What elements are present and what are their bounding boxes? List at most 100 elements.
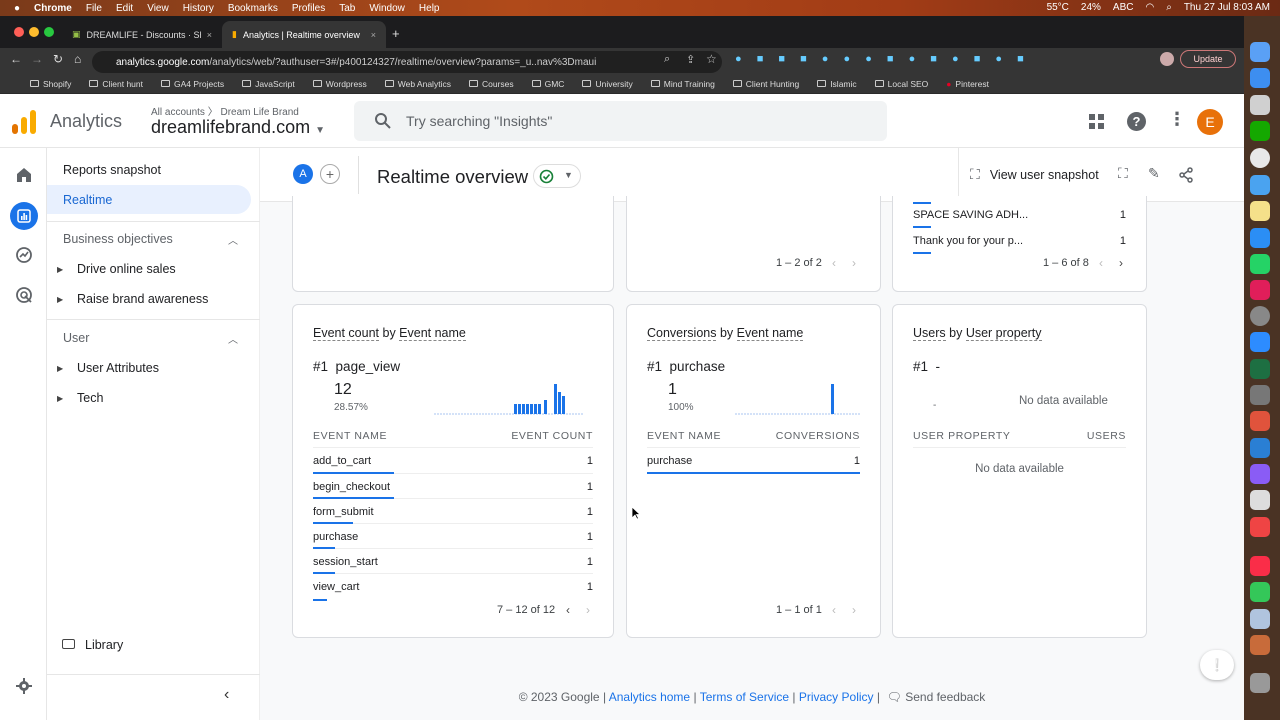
anydesk-icon[interactable] [1250, 517, 1270, 537]
temperature-status[interactable]: 55°C [1047, 2, 1069, 13]
add-comparison-icon[interactable]: + [320, 164, 340, 184]
bookmark-wordpress[interactable]: Wordpress [312, 79, 367, 89]
mail-icon[interactable] [1250, 175, 1270, 195]
view-user-snapshot-button[interactable]: ⛶ View user snapshot [970, 166, 1099, 183]
admin-gear-icon[interactable] [15, 677, 33, 695]
expand-arrow-icon[interactable]: ▶ [57, 295, 63, 304]
home-icon[interactable]: ⌂ [74, 52, 81, 66]
share-icon[interactable] [1178, 167, 1194, 183]
bookmark-gmc[interactable]: GMC [531, 79, 564, 89]
table-row[interactable]: session_start [313, 556, 378, 568]
slack-icon[interactable] [1250, 280, 1270, 300]
next-page-icon[interactable]: › [586, 603, 590, 617]
bookmark-pinterest[interactable]: ● Pinterest [946, 79, 989, 89]
forward-icon[interactable]: → [31, 52, 43, 66]
preview-icon[interactable] [1250, 609, 1270, 629]
collapse-caret-icon[interactable]: ︿ [228, 232, 238, 247]
help-icon[interactable]: ? [1127, 112, 1146, 131]
event-sparkline-chart[interactable] [434, 380, 584, 416]
card-title[interactable]: Users by User property [913, 326, 1042, 341]
bookmark-ga4-projects[interactable]: GA4 Projects [161, 79, 224, 89]
menu-bookmarks[interactable]: Bookmarks [228, 3, 278, 14]
bookmark-javascript[interactable]: JavaScript [242, 79, 295, 89]
close-tab-icon[interactable]: × [207, 30, 212, 40]
menu-help[interactable]: Help [419, 3, 440, 14]
excel-icon[interactable] [1250, 359, 1270, 379]
table-row[interactable]: purchase [313, 531, 358, 543]
customize-report-icon[interactable]: ✎ [1148, 165, 1160, 182]
card-title[interactable]: Event count by Event name [313, 326, 466, 341]
messenger-icon[interactable] [1250, 464, 1270, 484]
minimize-window-button[interactable] [29, 27, 39, 37]
table-row-label[interactable]: Thank you for your p... [913, 235, 1023, 247]
next-page-icon[interactable]: › [852, 256, 856, 270]
apple-icon[interactable]: ● [14, 3, 20, 14]
prev-page-icon[interactable]: ‹ [832, 256, 836, 270]
calculator-icon[interactable] [1250, 385, 1270, 405]
input-source[interactable]: ABC [1113, 2, 1134, 13]
column-header-event-name[interactable]: EVENT NAME [647, 430, 721, 442]
tab-shopify[interactable]: ▣ DREAMLIFE - Discounts · Shop × [62, 21, 222, 48]
menu-tab[interactable]: Tab [339, 3, 355, 14]
battery-status[interactable]: 24% [1081, 2, 1101, 13]
grid-app-icon[interactable] [1250, 411, 1270, 431]
menu-profiles[interactable]: Profiles [292, 3, 325, 14]
zoom-icon[interactable]: ⌕ [664, 53, 670, 66]
bookmark-star-icon[interactable]: ☆ [706, 52, 717, 66]
bookmark-web-analytics[interactable]: Web Analytics [384, 79, 451, 89]
column-header-conversions[interactable]: CONVERSIONS [760, 430, 860, 442]
bookmark-courses[interactable]: Courses [468, 79, 514, 89]
table-row[interactable]: begin_checkout [313, 481, 390, 493]
column-header-event-name[interactable]: EVENT NAME [313, 430, 387, 442]
profile-avatar[interactable] [1160, 52, 1174, 66]
finder-icon[interactable] [1250, 42, 1270, 62]
messages-icon[interactable] [1250, 582, 1270, 602]
menu-window[interactable]: Window [369, 3, 405, 14]
table-row[interactable]: form_submit [313, 506, 374, 518]
menu-view[interactable]: View [147, 3, 169, 14]
expand-arrow-icon[interactable]: ▶ [57, 265, 63, 274]
section-business-objectives[interactable]: Business objectives [63, 232, 173, 246]
notes-icon[interactable] [1250, 201, 1270, 221]
sidebar-item-library[interactable]: Library [85, 638, 123, 652]
expand-arrow-icon[interactable]: ▶ [57, 364, 63, 373]
fullscreen-icon[interactable]: ⛶ [1118, 165, 1128, 182]
extensions-icons[interactable]: ● ■ ■ ■ ● ● ● ■ ● ■ ● ■ ● ■ [735, 53, 1030, 65]
close-tab-icon[interactable]: × [371, 30, 376, 40]
bookmark-shopify[interactable]: Shopify [30, 79, 71, 89]
column-header-users[interactable]: USERS [1060, 430, 1126, 442]
app-store-icon[interactable] [1250, 228, 1270, 248]
collapse-sidebar-icon[interactable]: ‹ [224, 686, 229, 704]
address-bar[interactable]: analytics.google.com/analytics/web/?auth… [92, 51, 722, 73]
bookmark-mind-training[interactable]: Mind Training [650, 79, 715, 89]
launchpad-icon[interactable] [1250, 95, 1270, 115]
menu-edit[interactable]: Edit [116, 3, 133, 14]
property-selector[interactable]: dreamlifebrand.com ▼ [151, 117, 325, 138]
sidebar-item-drive-online-sales[interactable]: Drive online sales [77, 262, 176, 276]
bookmark-local-seo[interactable]: Local SEO [874, 79, 928, 89]
section-user[interactable]: User [63, 331, 89, 345]
account-avatar[interactable]: E [1197, 109, 1223, 135]
column-header-user-property[interactable]: USER PROPERTY [913, 430, 1010, 442]
vscode-icon[interactable] [1250, 438, 1270, 458]
analytics-logo-icon[interactable] [12, 110, 36, 134]
collapse-caret-icon[interactable]: ︿ [228, 331, 238, 346]
sidebar-item-user-attributes[interactable]: User Attributes [77, 361, 159, 375]
feedback-fab-icon[interactable]: ❕ [1200, 650, 1234, 680]
music-icon[interactable] [1250, 556, 1270, 576]
sidebar-item-reports-snapshot[interactable]: Reports snapshot [63, 163, 161, 177]
table-row-label[interactable]: SPACE SAVING ADH... [913, 209, 1028, 221]
chrome-icon[interactable] [1250, 148, 1270, 168]
settings-icon[interactable] [1250, 306, 1270, 326]
bookmark-islamic[interactable]: Islamic [817, 79, 857, 89]
apps-grid-icon[interactable] [1089, 114, 1105, 130]
wifi-icon[interactable]: ◠ [1145, 2, 1154, 13]
bookmark-university[interactable]: University [582, 79, 633, 89]
reload-icon[interactable]: ↻ [53, 52, 63, 66]
bookmark-client-hunting[interactable]: Client Hunting [732, 79, 799, 89]
zoom-app-icon[interactable] [1250, 332, 1270, 352]
bookmark-client-hunt[interactable]: Client hunt [89, 79, 143, 89]
zoom-window-button[interactable] [44, 27, 54, 37]
table-row[interactable]: purchase [647, 455, 692, 467]
prev-page-icon[interactable]: ‹ [832, 603, 836, 617]
